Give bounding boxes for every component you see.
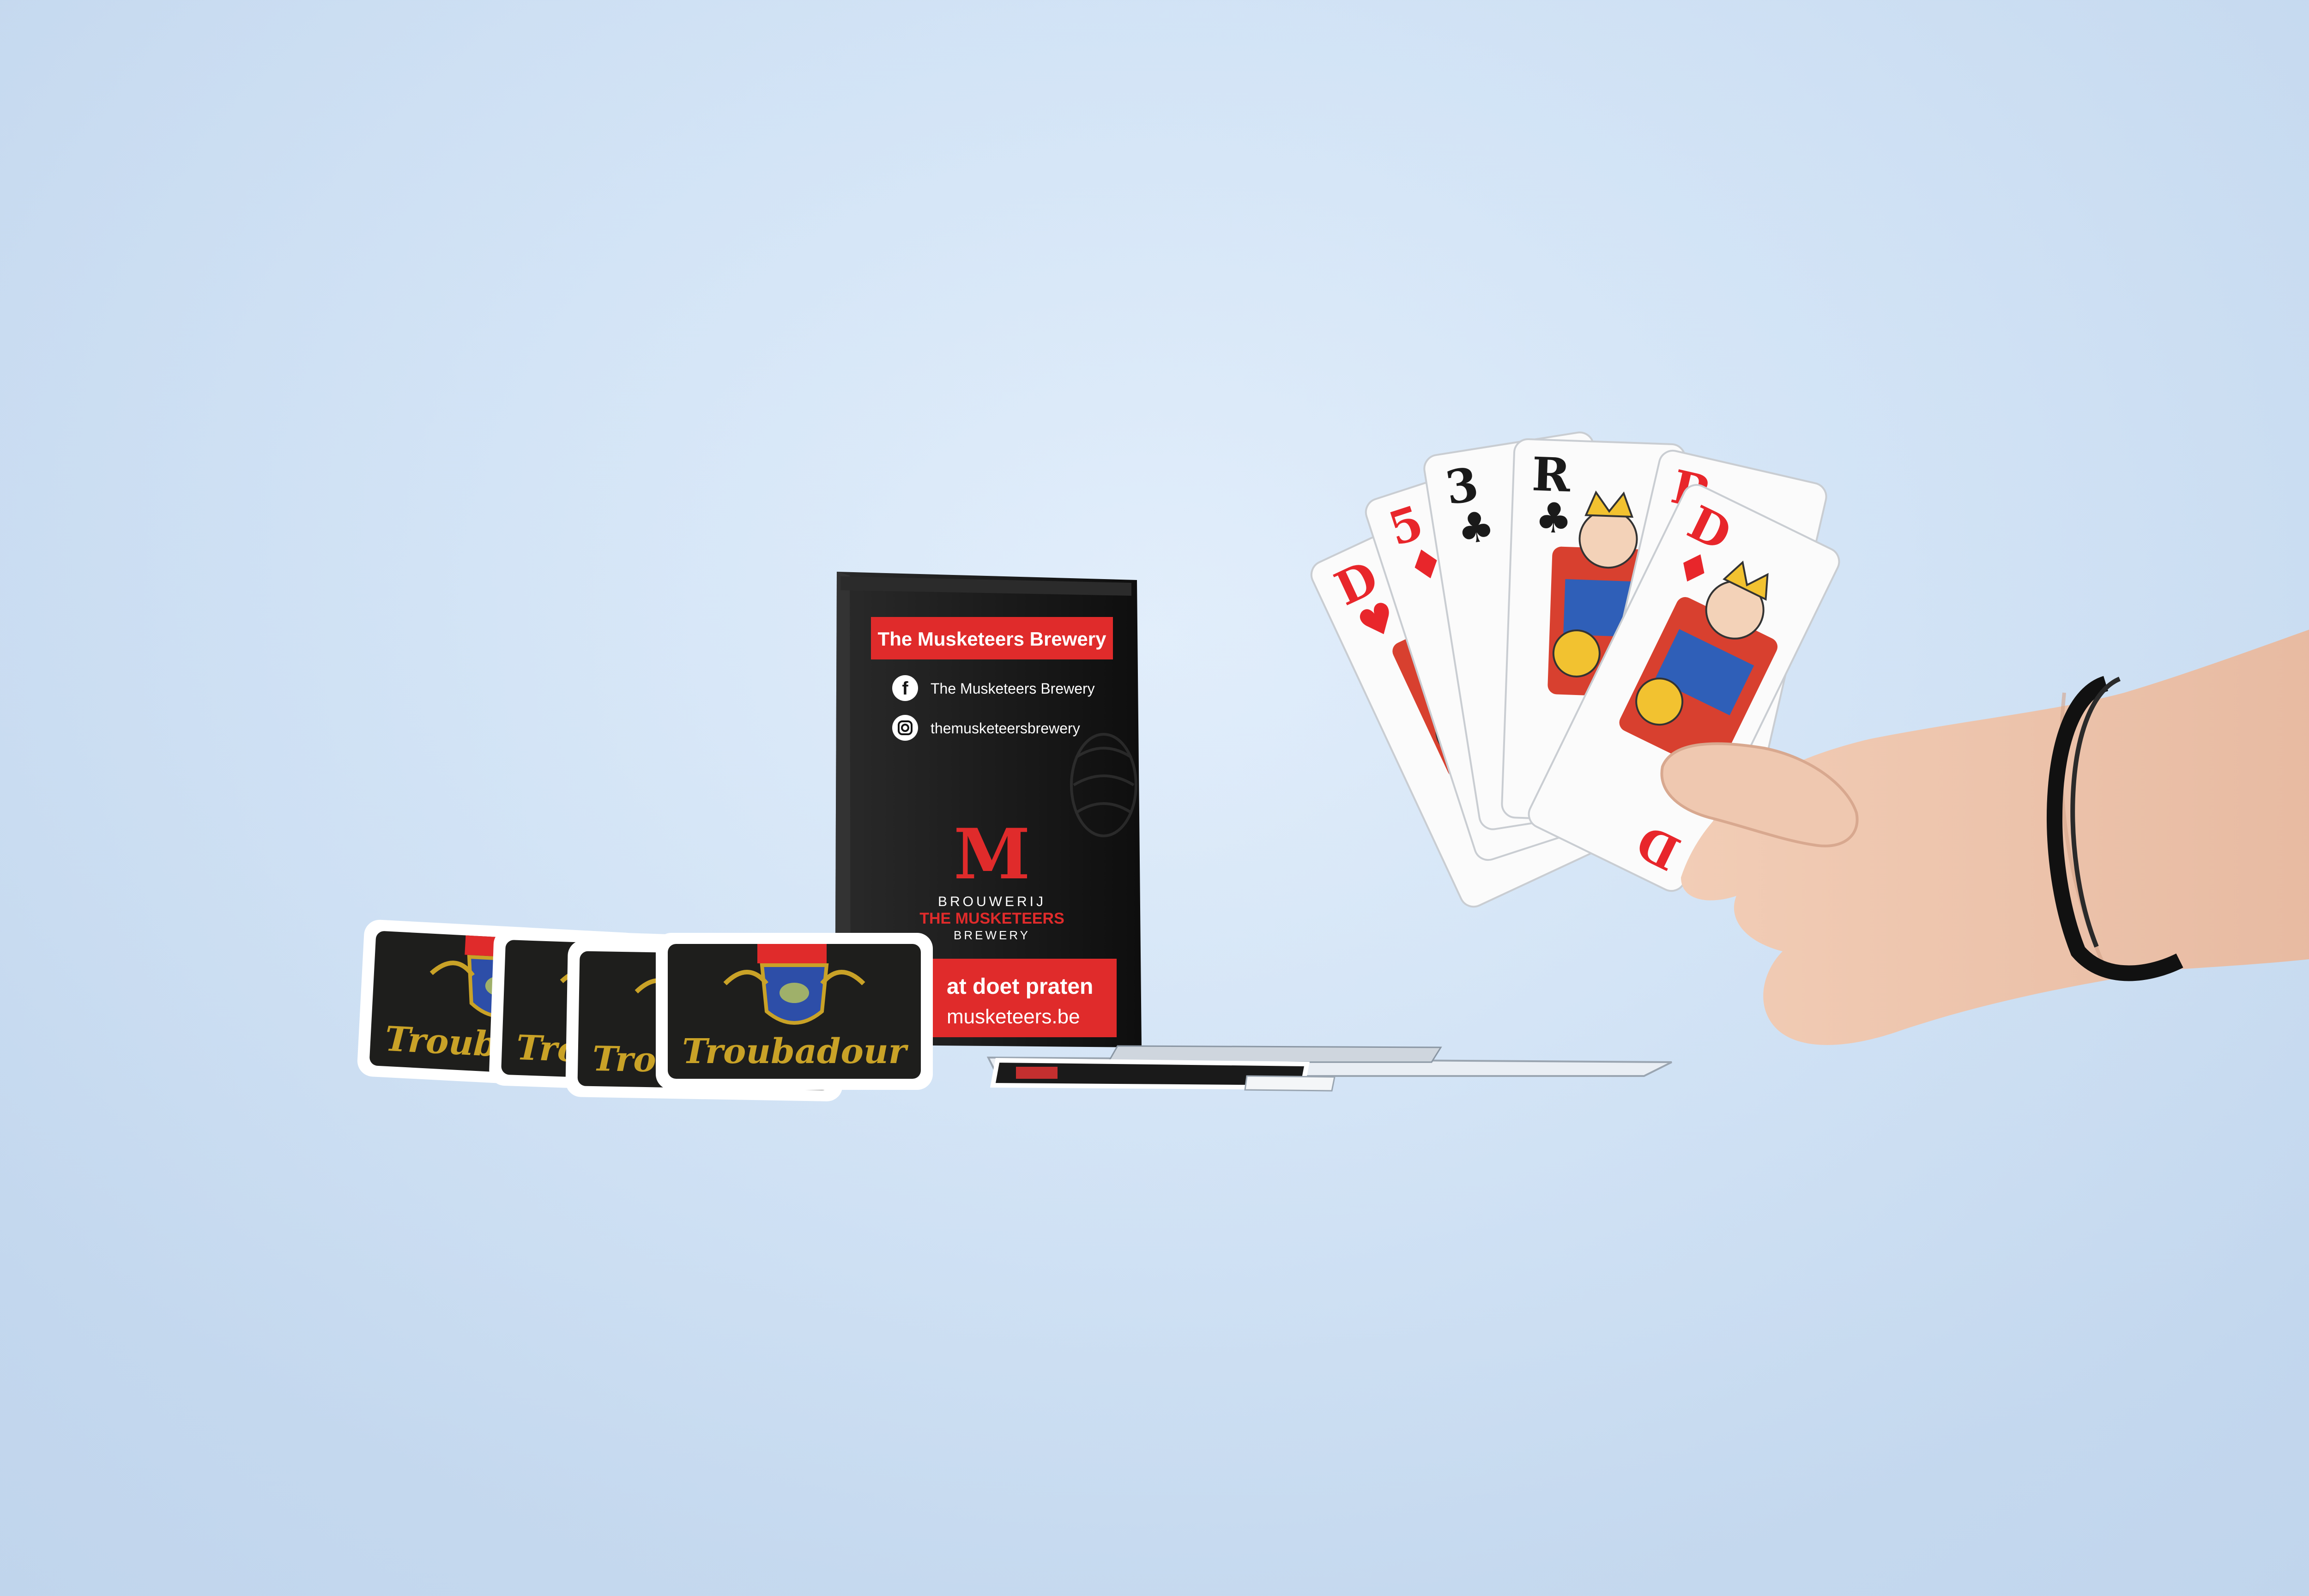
card-brand-label: Troubadour (682, 1032, 908, 1071)
logo-letter: M (954, 814, 1030, 895)
box-website: musketeers.be (947, 1005, 1080, 1028)
troubadour-card-spread: TroubadourTroubadourTroubadourTroubadour (357, 919, 933, 1101)
photo-scene: The Musketeers Brewery f The Musketeers … (0, 0, 2309, 1596)
facebook-handle: The Musketeers Brewery (931, 680, 1095, 697)
box-slogan: at doet praten (947, 974, 1093, 999)
instagram-icon (892, 715, 918, 741)
instagram-handle: themusketeersbrewery (931, 720, 1080, 737)
troubadour-card: Troubadour (656, 933, 933, 1090)
logo-line-1: BROUWERIJ (938, 894, 1046, 909)
svg-text:f: f (902, 678, 908, 699)
logo-line-3: BREWERY (954, 928, 1030, 942)
box-title: The Musketeers Brewery (878, 628, 1107, 650)
card-suit-icon: ♣ (1454, 501, 1498, 555)
facebook-icon: f (892, 675, 918, 701)
card-suit-icon: ♣ (1534, 494, 1573, 544)
logo-line-2: THE MUSKETEERS (919, 910, 1064, 927)
